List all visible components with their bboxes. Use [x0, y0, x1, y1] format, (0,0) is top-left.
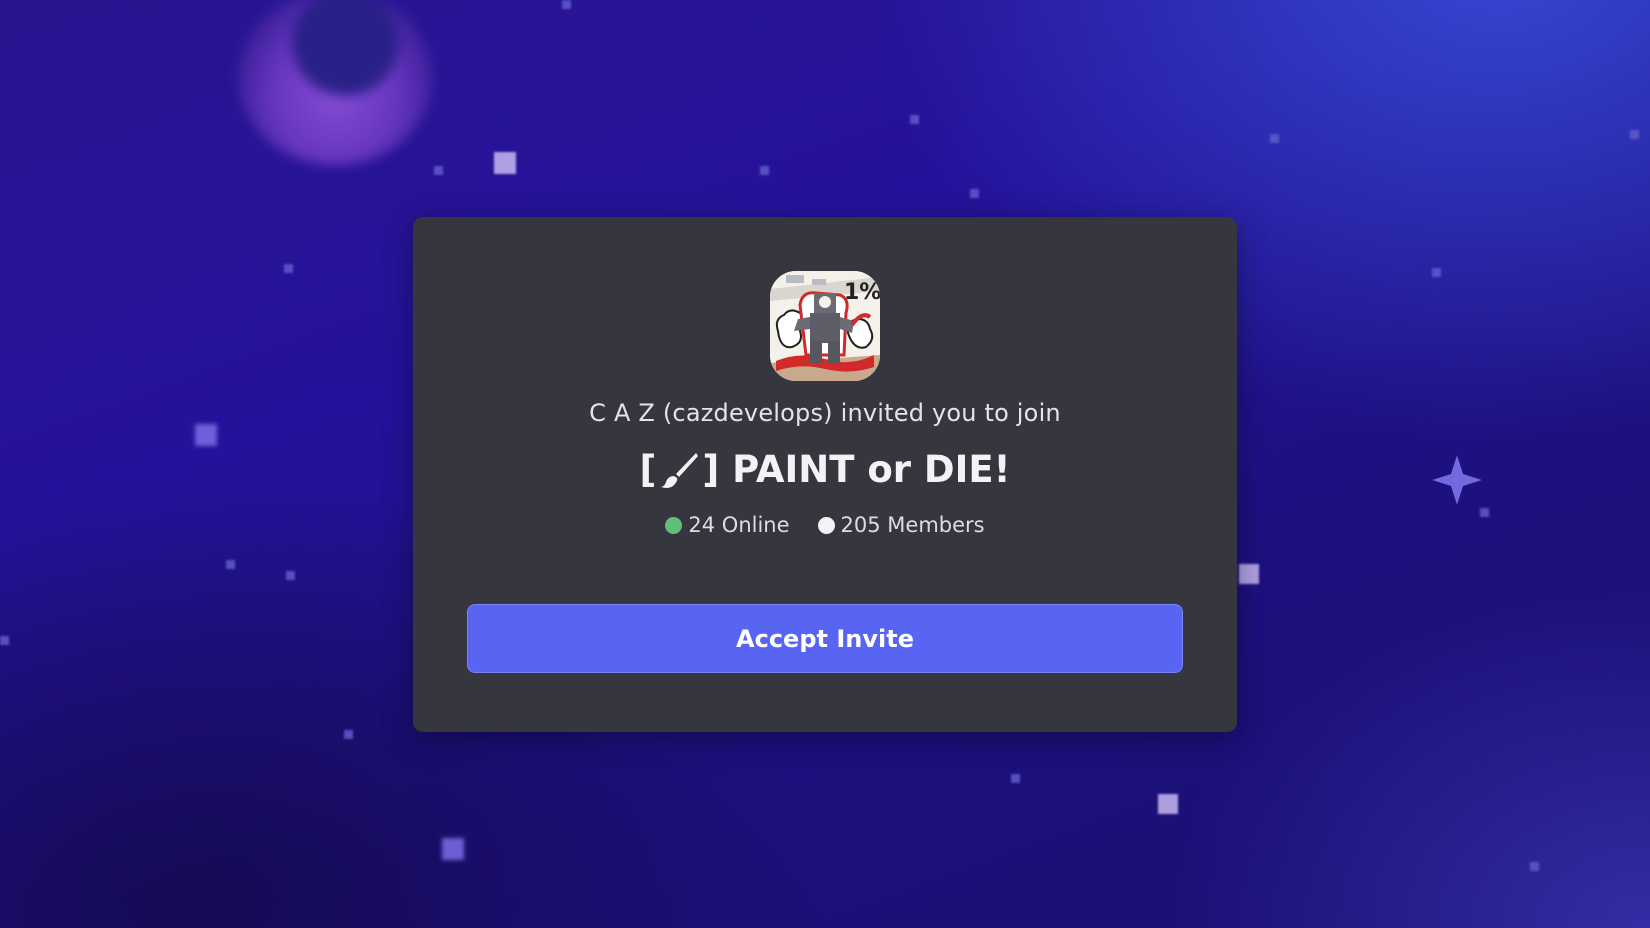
star-decoration	[1270, 134, 1279, 143]
star-decoration	[226, 560, 235, 569]
server-name: [ ] PAINT or DIE!	[639, 447, 1010, 493]
star-decoration	[1011, 774, 1020, 783]
star-decoration	[1158, 794, 1178, 814]
server-name-prefix: [	[639, 448, 657, 491]
server-icon-badge: 1%	[844, 280, 880, 305]
member-count: 205 Members	[840, 513, 985, 537]
members-stat: 205 Members	[817, 511, 985, 539]
invite-card: 1% C A Z (cazdevelops) invited you to jo…	[413, 217, 1237, 732]
star-decoration	[1480, 508, 1489, 517]
star-decoration	[1530, 862, 1539, 871]
star-decoration	[494, 152, 516, 174]
server-name-title: ] PAINT or DIE!	[702, 448, 1011, 491]
sparkle-decoration	[1432, 455, 1482, 505]
star-decoration	[0, 636, 9, 645]
star-decoration	[195, 424, 217, 446]
star-decoration	[1239, 564, 1259, 584]
server-stats: 24 Online 205 Members	[665, 511, 985, 539]
star-decoration	[284, 264, 293, 273]
online-stat: 24 Online	[665, 511, 790, 539]
server-avatar-icon: 1%	[770, 271, 880, 381]
star-decoration	[442, 838, 464, 860]
star-decoration	[910, 115, 919, 124]
star-decoration	[760, 166, 769, 175]
online-count: 24 Online	[688, 513, 790, 537]
star-decoration	[562, 0, 571, 9]
star-decoration	[286, 571, 295, 580]
star-decoration	[1432, 268, 1441, 277]
star-decoration	[1630, 130, 1639, 139]
star-decoration	[970, 189, 979, 198]
accept-invite-button[interactable]: Accept Invite	[467, 604, 1183, 673]
planet-decoration	[238, 0, 433, 165]
star-decoration	[434, 166, 443, 175]
inviter-text: C A Z (cazdevelops) invited you to join	[589, 399, 1061, 427]
paintbrush-icon	[658, 450, 700, 490]
star-decoration	[344, 730, 353, 739]
online-dot-icon	[665, 516, 683, 534]
members-dot-icon	[817, 516, 835, 534]
